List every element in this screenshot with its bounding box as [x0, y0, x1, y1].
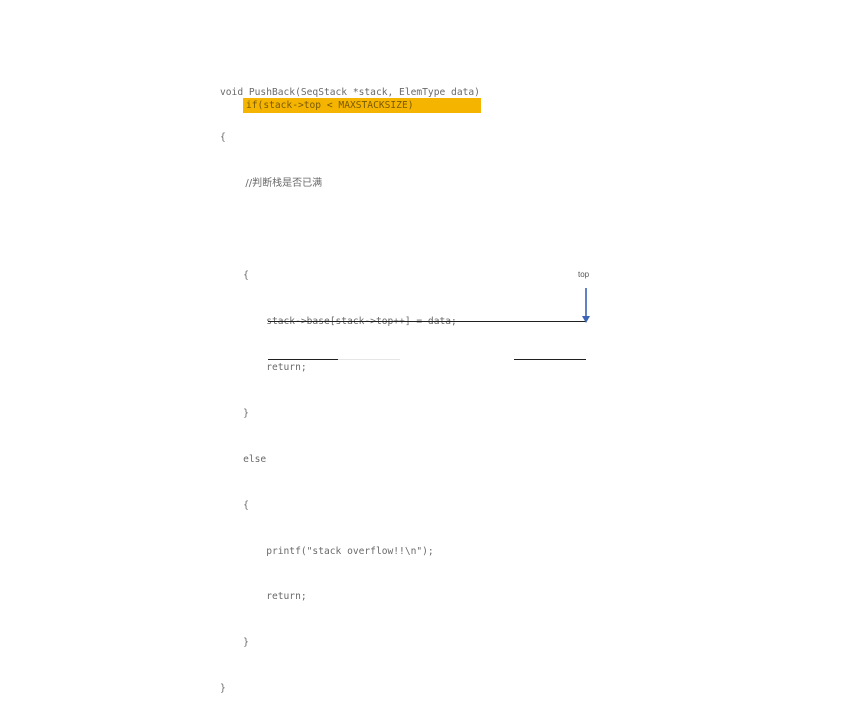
stack-bottom-line-faint — [338, 359, 400, 360]
code-line: } — [220, 683, 226, 695]
code-line-highlighted-slot — [220, 222, 480, 237]
code-line: { — [220, 499, 249, 511]
code-line: { — [220, 270, 249, 282]
code-line: { — [220, 132, 226, 144]
highlighted-code-line: if(stack->top < MAXSTACKSIZE) — [246, 100, 414, 111]
code-block: void PushBack(SeqStack *stack, ElemType … — [220, 54, 480, 712]
code-line: return; — [220, 361, 307, 373]
top-pointer-arrow-icon — [582, 288, 590, 323]
code-line: else — [220, 453, 267, 465]
code-line: } — [220, 407, 249, 419]
stack-top-line — [268, 321, 586, 322]
code-comment: //判断栈是否已满 — [220, 178, 323, 190]
stack-bottom-line-right — [514, 359, 586, 360]
code-line: return; — [220, 591, 307, 603]
top-label: top — [578, 270, 590, 279]
code-line: } — [220, 637, 249, 649]
stack-bottom-line-left — [268, 359, 338, 360]
code-line: printf("stack overflow!!\n"); — [220, 545, 434, 557]
